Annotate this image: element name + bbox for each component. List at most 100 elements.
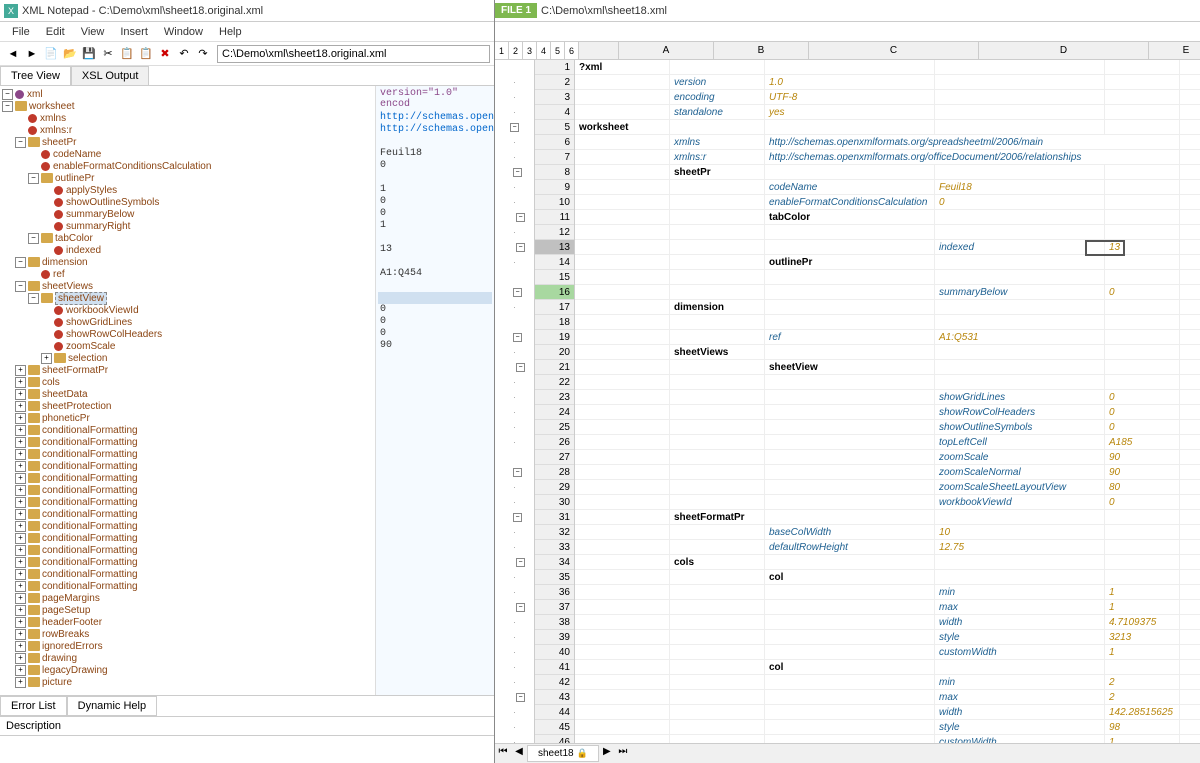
cell[interactable]: enableFormatConditionsCalculation [765,195,935,210]
gutter-row[interactable]: · [495,720,534,735]
cell[interactable] [1105,165,1180,180]
cell[interactable] [1105,270,1180,285]
tree-node[interactable]: ref [2,268,373,280]
cell[interactable] [1180,510,1200,525]
cell[interactable] [670,270,765,285]
row-number[interactable]: 22 [535,375,574,390]
expand-toggle[interactable]: + [41,353,52,364]
row-number[interactable]: 33 [535,540,574,555]
tree-value[interactable] [378,136,492,148]
cell[interactable] [575,525,670,540]
tree-value[interactable]: http://schemas.open [378,112,492,124]
row-number[interactable]: 32 [535,525,574,540]
expand-toggle[interactable]: + [15,629,26,640]
gutter-row[interactable]: · [495,135,534,150]
cell[interactable]: 1 [1105,600,1180,615]
gutter-row[interactable]: · [495,375,534,390]
cell[interactable] [1180,660,1200,675]
expand-toggle[interactable]: + [15,653,26,664]
cell[interactable] [1180,375,1200,390]
cell[interactable] [765,165,935,180]
cell[interactable] [670,705,765,720]
cell[interactable]: defaultRowHeight [765,540,935,555]
cell[interactable]: worksheet [575,120,670,135]
cell[interactable] [1105,570,1180,585]
value-view[interactable]: version="1.0" encodhttp://schemas.openht… [375,86,494,695]
cell[interactable] [1180,390,1200,405]
cell[interactable]: 0 [1105,285,1180,300]
gutter-row[interactable]: − [495,330,534,345]
cell[interactable] [1105,180,1180,195]
expand-toggle[interactable]: − [2,101,13,112]
tree-value[interactable]: 0 [378,328,492,340]
collapse-toggle[interactable]: − [510,123,519,132]
cell[interactable] [670,600,765,615]
cell[interactable]: 80 [1105,480,1180,495]
col-header-D[interactable]: D [979,42,1149,59]
gutter-row[interactable]: − [495,165,534,180]
collapse-toggle[interactable]: − [516,213,525,222]
row-number[interactable]: 37 [535,600,574,615]
cell[interactable] [1180,645,1200,660]
tree-node[interactable]: +pageSetup [2,604,373,616]
row-number[interactable]: 40 [535,645,574,660]
expand-toggle[interactable]: + [15,425,26,436]
cell[interactable] [765,285,935,300]
save-button[interactable]: 💾 [80,45,98,63]
cell[interactable]: UTF-8 [765,90,935,105]
row-number[interactable]: 6 [535,135,574,150]
cell[interactable]: 98 [1105,720,1180,735]
row-number[interactable]: 41 [535,660,574,675]
cell[interactable] [1180,600,1200,615]
tree-value[interactable] [378,400,492,412]
cell[interactable]: 0 [1105,420,1180,435]
tree-value[interactable] [378,436,492,448]
cell[interactable] [670,180,765,195]
cell[interactable] [935,375,1105,390]
cell[interactable] [1105,300,1180,315]
cell[interactable]: min [935,675,1105,690]
col-header-B[interactable]: B [714,42,809,59]
collapse-toggle[interactable]: − [513,513,522,522]
cell[interactable] [1105,360,1180,375]
cell[interactable]: max [935,600,1105,615]
tree-node[interactable]: +ignoredErrors [2,640,373,652]
cell[interactable] [1105,60,1180,75]
cell[interactable]: A185 [1105,435,1180,450]
cell[interactable] [1180,240,1200,255]
cell[interactable] [935,105,1105,120]
cell[interactable] [1180,465,1200,480]
paste-button[interactable]: 📋 [137,45,155,63]
cell[interactable] [765,225,935,240]
cell[interactable] [575,660,670,675]
gutter-row[interactable]: · [495,225,534,240]
undo-button[interactable]: ↶ [175,45,193,63]
tree-node[interactable]: +conditionalFormatting [2,472,373,484]
expand-toggle[interactable]: + [15,485,26,496]
row-number[interactable]: 2 [535,75,574,90]
cell[interactable] [935,270,1105,285]
cell[interactable] [575,435,670,450]
cell[interactable]: 4.7109375 [1105,615,1180,630]
gutter-row[interactable]: · [495,405,534,420]
cell[interactable] [1105,120,1180,135]
cell[interactable]: col [765,660,935,675]
cell[interactable] [935,345,1105,360]
cell[interactable] [1105,660,1180,675]
row-number[interactable]: 9 [535,180,574,195]
row-number[interactable]: 36 [535,585,574,600]
tree-node[interactable]: +headerFooter [2,616,373,628]
gutter-row[interactable]: − [495,285,534,300]
tree-node[interactable]: applyStyles [2,184,373,196]
cell[interactable] [670,675,765,690]
row-number[interactable]: 46 [535,735,574,743]
cell[interactable] [575,720,670,735]
cell[interactable]: customWidth [935,645,1105,660]
cell[interactable] [1180,285,1200,300]
gutter-row[interactable]: · [495,390,534,405]
row-number[interactable]: 15 [535,270,574,285]
cell[interactable] [1180,300,1200,315]
tree-value[interactable]: 0 [378,196,492,208]
expand-toggle[interactable]: − [28,233,39,244]
cell[interactable]: 0 [1105,390,1180,405]
